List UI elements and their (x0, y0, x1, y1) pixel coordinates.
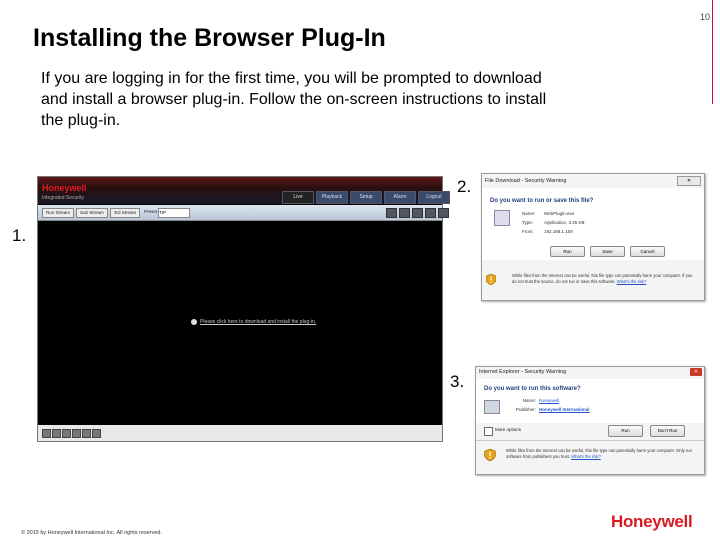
program-icon (484, 400, 500, 414)
dialog-title: File Download - Security Warning (485, 178, 567, 184)
layout-16-icon[interactable] (72, 429, 81, 438)
risk-link[interactable]: What's the risk? (571, 454, 601, 459)
play-all-icon[interactable] (92, 429, 101, 438)
from-value: 192.168.1.108 (544, 229, 573, 234)
intro-text: If you are logging in for the first time… (41, 70, 547, 129)
page-number: 10 (699, 12, 710, 22)
cancel-button[interactable]: Cancel (630, 246, 665, 257)
copyright-footer: © 2015 by Honeywell International Inc. A… (21, 530, 163, 536)
tab-playback[interactable]: Playback (316, 191, 348, 204)
expand-options-icon[interactable] (484, 427, 493, 436)
close-button[interactable]: ✕ (690, 368, 702, 376)
plugin-download-link[interactable]: Please click here to download and instal… (200, 319, 316, 325)
layout-9-icon[interactable] (62, 429, 71, 438)
tab-live[interactable]: Live (282, 191, 314, 204)
shield-warning-icon (484, 449, 496, 461)
honeywell-logo: Honeywell (611, 512, 693, 531)
settings-icon[interactable] (438, 208, 449, 218)
info-icon (191, 319, 197, 325)
step-1-label: 1. (12, 226, 27, 245)
tab-logout[interactable]: Logout (418, 191, 450, 204)
fullscreen-icon[interactable] (425, 208, 436, 218)
name-label: Name: (522, 211, 536, 216)
web-client-header: Honeywell Integrated Security Live Playb… (38, 177, 450, 204)
web-client-toolbar: Run Stream Sub Stream 3rd Stream Preset … (38, 205, 449, 221)
step-2-label: 2. (457, 177, 472, 196)
security-note: While files from the Internet can be use… (506, 448, 698, 460)
web-client-footer-bar (38, 425, 442, 441)
more-options-link[interactable]: More options (495, 427, 521, 432)
sub-stream-button[interactable]: Sub Stream (76, 208, 108, 218)
tab-alarm[interactable]: Alarm (384, 191, 416, 204)
web-client-tabs: Live Playback Setup Alarm Logout (282, 191, 450, 204)
dialog-divider (476, 440, 704, 441)
ptz-label: Preset (144, 209, 158, 214)
name-value: WebPlugin.exe (544, 211, 575, 216)
name-value[interactable]: honeywell (539, 398, 559, 403)
record-icon[interactable] (399, 208, 410, 218)
accent-divider (712, 0, 713, 104)
tab-setup[interactable]: Setup (350, 191, 382, 204)
web-client-subtitle: Integrated Security (42, 195, 84, 201)
layout-1-icon[interactable] (42, 429, 51, 438)
name-label: Name: (522, 398, 536, 403)
ptz-select[interactable]: TIP (158, 208, 190, 218)
stop-all-icon[interactable] (82, 429, 91, 438)
shield-warning-icon (486, 274, 496, 285)
security-note: While files from the Internet can be use… (512, 273, 697, 285)
ie-security-dialog: Internet Explorer - Security Warning ✕ D… (475, 366, 705, 475)
third-stream-button[interactable]: 3rd Stream (110, 208, 141, 218)
snapshot-icon[interactable] (386, 208, 397, 218)
from-label: From: (522, 229, 534, 234)
dont-run-button[interactable]: Don't Run (650, 425, 685, 437)
web-client-logo: Honeywell (42, 183, 87, 193)
slide-title: Installing the Browser Plug-In (33, 24, 386, 52)
run-button[interactable]: Run (550, 246, 585, 257)
publisher-value[interactable]: Honeywell International (539, 407, 590, 412)
run-button[interactable]: Run (608, 425, 643, 437)
close-button[interactable]: ✕ (677, 176, 701, 186)
file-download-dialog: File Download - Security Warning ✕ Do yo… (481, 173, 705, 301)
step-3-label: 3. (450, 372, 465, 391)
web-client-screenshot: Honeywell Integrated Security Live Playb… (37, 176, 450, 442)
dialog-title: Internet Explorer - Security Warning (479, 369, 567, 375)
main-stream-button[interactable]: Run Stream (42, 208, 75, 218)
risk-link[interactable]: What's the risk? (617, 279, 647, 284)
zoom-icon[interactable] (412, 208, 423, 218)
toolbar-icons (386, 208, 449, 218)
layout-4-icon[interactable] (52, 429, 61, 438)
type-label: Type: (522, 220, 534, 225)
file-icon (494, 210, 510, 226)
save-button[interactable]: Save (590, 246, 625, 257)
publisher-label: Publisher: (515, 407, 536, 412)
dialog-question: Do you want to run or save this file? (490, 198, 594, 204)
security-note-text: While files from the Internet can be use… (512, 273, 693, 284)
type-value: Application, 3.45 KB (544, 220, 585, 225)
dialog-question: Do you want to run this software? (484, 386, 581, 392)
